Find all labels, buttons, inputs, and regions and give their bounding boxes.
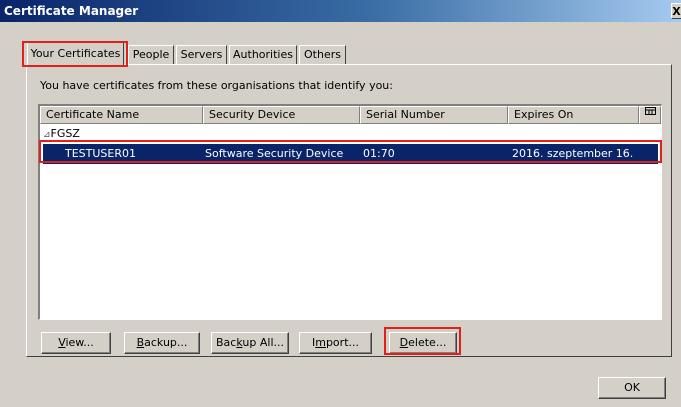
tab-label: Authorities — [233, 48, 293, 61]
column-picker-glyph — [644, 107, 656, 115]
column-header-security-device[interactable]: Security Device — [203, 106, 360, 124]
tab-label: Servers — [180, 48, 223, 61]
backup-all-button[interactable]: Backup All... — [211, 332, 289, 354]
info-text: You have certificates from these organis… — [40, 79, 393, 92]
group-name: FGSZ — [50, 127, 80, 140]
cell-security-device: Software Security Device — [205, 147, 344, 160]
delete-button[interactable]: Delete... — [389, 332, 457, 354]
tree-group-fgsz[interactable]: ⊿FGSZ — [43, 126, 80, 142]
column-picker-icon[interactable] — [639, 106, 661, 124]
tab-authorities[interactable]: Authorities — [229, 45, 297, 64]
backup-button[interactable]: Backup... — [124, 332, 200, 354]
column-header-serial-number[interactable]: Serial Number — [360, 106, 508, 124]
import-button[interactable]: Import... — [299, 332, 372, 354]
column-header-certificate-name[interactable]: Certificate Name — [40, 106, 203, 124]
cell-serial-number: 01:70 — [363, 147, 395, 160]
tab-people[interactable]: People — [128, 45, 174, 64]
certificate-tree[interactable]: Certificate Name Security Device Serial … — [38, 104, 662, 320]
tab-servers[interactable]: Servers — [176, 45, 227, 64]
tab-label: Others — [304, 48, 341, 61]
cell-certificate-name: TESTUSER01 — [65, 147, 136, 160]
table-row[interactable]: TESTUSER01 Software Security Device 01:7… — [43, 144, 658, 164]
column-header-expires-on[interactable]: Expires On — [508, 106, 639, 124]
view-button[interactable]: View... — [41, 332, 111, 354]
tab-label: Your Certificates — [30, 47, 121, 60]
tab-label: People — [132, 48, 170, 61]
certificate-manager-window: Certificate Manager X Your Certificates … — [0, 0, 681, 407]
window-title: Certificate Manager — [4, 4, 139, 18]
tab-others[interactable]: Others — [299, 45, 346, 64]
twisty-icon[interactable]: ⊿ — [43, 130, 51, 140]
close-icon[interactable]: X — [671, 3, 681, 19]
cell-expires-on: 2016. szeptember 16. — [512, 147, 634, 160]
ok-button[interactable]: OK — [598, 377, 666, 399]
tab-your-certificates[interactable]: Your Certificates — [27, 42, 124, 65]
title-bar: Certificate Manager X — [0, 0, 681, 22]
